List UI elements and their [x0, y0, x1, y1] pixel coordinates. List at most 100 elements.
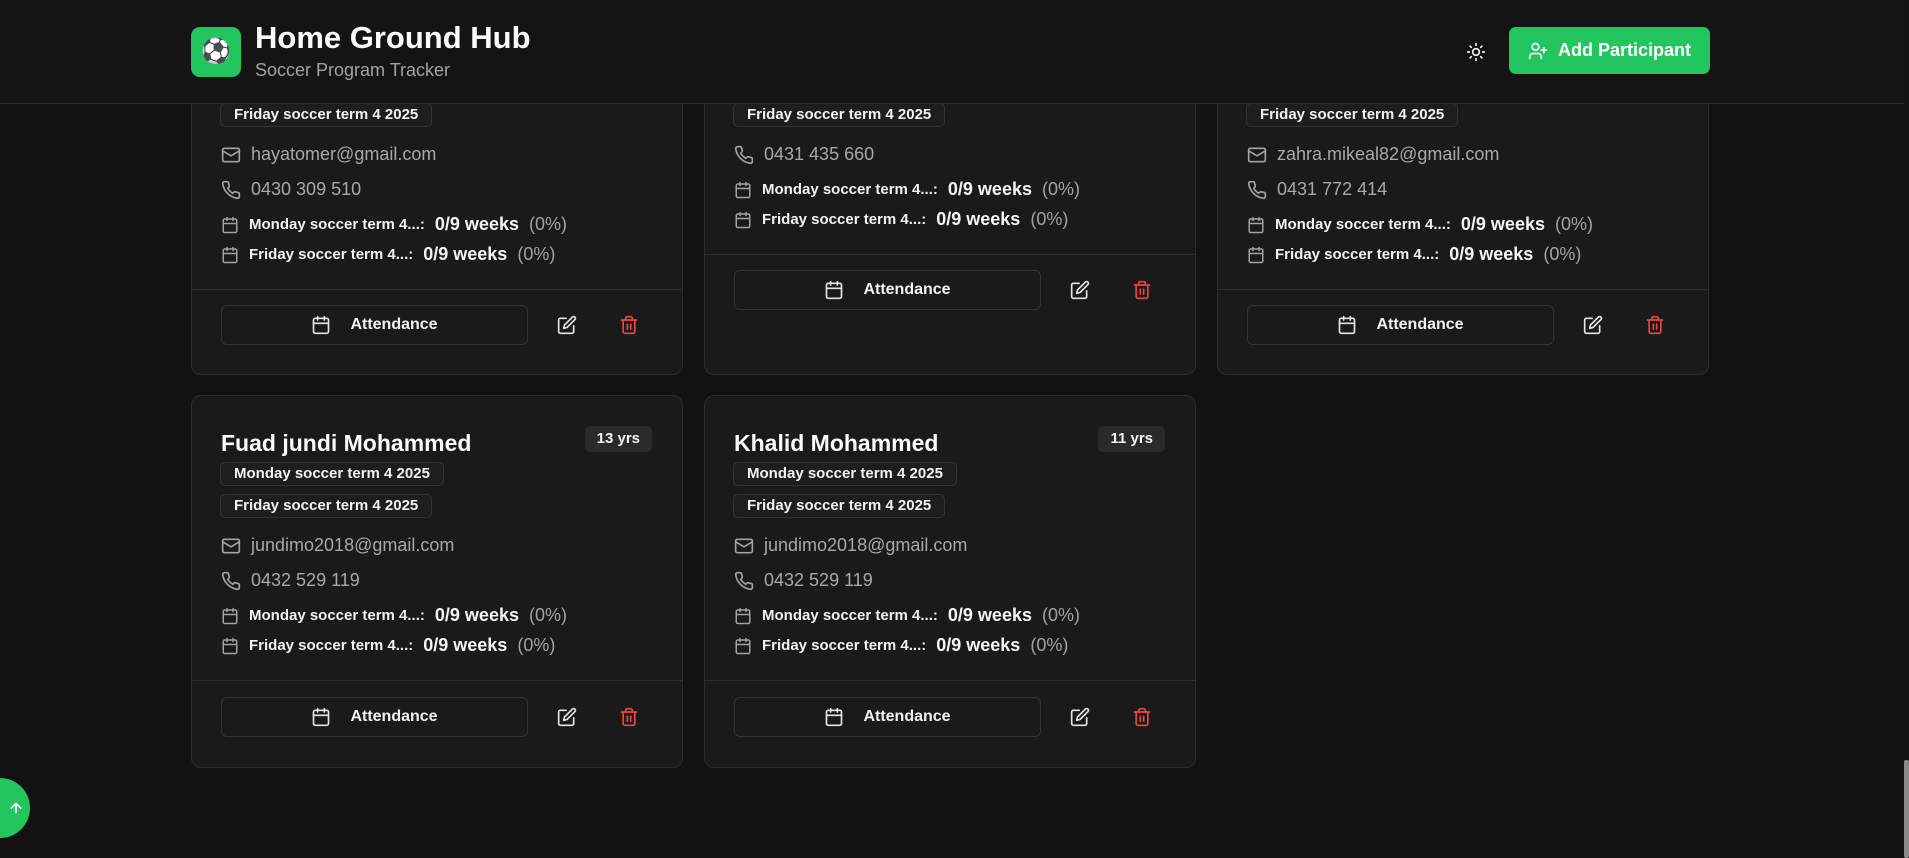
calendar-icon	[824, 280, 844, 300]
program-tag: Friday soccer term 4 2025	[220, 103, 433, 127]
add-participant-button[interactable]: Add Participant	[1509, 27, 1710, 74]
email-text: jundimo2018@gmail.com	[764, 535, 968, 555]
sun-icon	[1466, 42, 1486, 62]
stat-value: 0/9 weeks	[947, 179, 1032, 199]
phone-icon	[734, 571, 754, 591]
attendance-stat: Monday soccer term 4...: 0/9 weeks (0%)	[221, 605, 567, 626]
stat-percent: (0%)	[528, 214, 567, 234]
attendance-stat: Friday soccer term 4...: 0/9 weeks (0%)	[221, 244, 555, 265]
attendance-stat: Monday soccer term 4...: 0/9 weeks (0%)	[1247, 214, 1593, 235]
calendar-icon	[221, 637, 239, 655]
edit-button[interactable]	[1066, 703, 1094, 731]
stat-label: Monday soccer term 4...:	[762, 181, 938, 198]
program-tag: Friday soccer term 4 2025	[1246, 103, 1459, 127]
stat-label: Monday soccer term 4...:	[1275, 216, 1451, 233]
delete-button[interactable]	[1128, 703, 1156, 731]
attendance-label: Attendance	[863, 281, 951, 298]
stat-value: 0/9 weeks	[936, 635, 1021, 655]
attendance-button[interactable]: Attendance	[1247, 305, 1554, 345]
phone-text: 0431 435 660	[764, 144, 875, 164]
edit-icon	[557, 315, 577, 335]
edit-button[interactable]	[1579, 311, 1607, 339]
calendar-icon	[734, 607, 752, 625]
participant-card: Friday soccer term 4 2025 zahra.mikeal82…	[1217, 60, 1709, 375]
stat-value: 0/9 weeks	[423, 635, 508, 655]
phone-row: 0431 435 660	[734, 144, 874, 165]
edit-button[interactable]	[553, 311, 581, 339]
stat-value: 0/9 weeks	[936, 209, 1021, 229]
attendance-button[interactable]: Attendance	[221, 697, 528, 737]
stat-label: Monday soccer term 4...:	[249, 216, 425, 233]
email-row: zahra.mikeal82@gmail.com	[1247, 144, 1499, 165]
attendance-button[interactable]: Attendance	[734, 697, 1041, 737]
calendar-icon	[734, 181, 752, 199]
email-row: jundimo2018@gmail.com	[734, 535, 967, 556]
edit-button[interactable]	[553, 703, 581, 731]
scrollbar-thumb[interactable]	[1904, 760, 1909, 858]
stat-label: Friday soccer term 4...:	[249, 246, 414, 263]
scroll-to-top-button[interactable]	[0, 778, 30, 838]
phone-row: 0432 529 119	[221, 570, 360, 591]
phone-row: 0432 529 119	[734, 570, 873, 591]
stat-value: 0/9 weeks	[434, 214, 519, 234]
attendance-button[interactable]: Attendance	[221, 305, 528, 345]
stat-label: Friday soccer term 4...:	[762, 211, 927, 228]
stat-percent: (0%)	[1030, 209, 1069, 229]
add-participant-label: Add Participant	[1557, 40, 1691, 60]
email-row: jundimo2018@gmail.com	[221, 535, 454, 556]
arrow-up-icon	[8, 800, 24, 816]
delete-button[interactable]	[1128, 276, 1156, 304]
trash-icon	[619, 707, 639, 727]
program-tag: Monday soccer term 4 2025	[220, 462, 444, 486]
calendar-icon	[221, 216, 239, 234]
app-subtitle: Soccer Program Tracker	[255, 60, 451, 80]
attendance-button[interactable]: Attendance	[734, 270, 1041, 310]
attendance-stat: Friday soccer term 4...: 0/9 weeks (0%)	[1247, 244, 1581, 265]
phone-icon	[1247, 180, 1267, 200]
stat-value: 0/9 weeks	[1460, 214, 1545, 234]
edit-icon	[1070, 707, 1090, 727]
phone-icon	[221, 180, 241, 200]
app-title: Home Ground Hub	[255, 20, 531, 55]
app-logo: ⚽	[191, 27, 241, 77]
program-tag: Friday soccer term 4 2025	[733, 494, 946, 518]
attendance-stat: Monday soccer term 4...: 0/9 weeks (0%)	[734, 179, 1080, 200]
stat-label: Monday soccer term 4...:	[762, 607, 938, 624]
email-text: zahra.mikeal82@gmail.com	[1277, 144, 1500, 164]
soccer-ball-icon: ⚽	[201, 38, 231, 65]
edit-icon	[1070, 280, 1090, 300]
phone-row: 0430 309 510	[221, 179, 361, 200]
user-plus-icon	[1528, 41, 1548, 61]
calendar-icon	[824, 707, 844, 727]
age-badge: 11 yrs	[1098, 426, 1165, 452]
calendar-icon	[1247, 216, 1265, 234]
edit-button[interactable]	[1066, 276, 1094, 304]
email-text: jundimo2018@gmail.com	[251, 535, 455, 555]
calendar-icon	[221, 607, 239, 625]
participant-card: Fuad jundi Mohammed 13 yrs Monday soccer…	[191, 395, 683, 768]
stat-percent: (0%)	[1554, 214, 1593, 234]
mail-icon	[221, 145, 241, 165]
delete-button[interactable]	[615, 311, 643, 339]
attendance-label: Attendance	[863, 708, 951, 725]
calendar-icon	[1247, 246, 1265, 264]
calendar-icon	[734, 211, 752, 229]
delete-button[interactable]	[615, 703, 643, 731]
card-divider	[192, 289, 682, 290]
card-divider	[1218, 289, 1708, 290]
program-tag: Friday soccer term 4 2025	[220, 494, 433, 518]
stat-percent: (0%)	[1041, 179, 1080, 199]
phone-text: 0431 772 414	[1277, 179, 1388, 199]
theme-toggle-button[interactable]	[1462, 38, 1490, 66]
stat-label: Friday soccer term 4...:	[762, 637, 927, 654]
program-tag: Friday soccer term 4 2025	[733, 103, 946, 127]
stat-label: Monday soccer term 4...:	[249, 607, 425, 624]
mail-icon	[734, 536, 754, 556]
attendance-stat: Friday soccer term 4...: 0/9 weeks (0%)	[221, 635, 555, 656]
delete-button[interactable]	[1641, 311, 1669, 339]
trash-icon	[619, 315, 639, 335]
phone-row: 0431 772 414	[1247, 179, 1387, 200]
stat-percent: (0%)	[517, 244, 556, 264]
mail-icon	[1247, 145, 1267, 165]
phone-icon	[734, 145, 754, 165]
